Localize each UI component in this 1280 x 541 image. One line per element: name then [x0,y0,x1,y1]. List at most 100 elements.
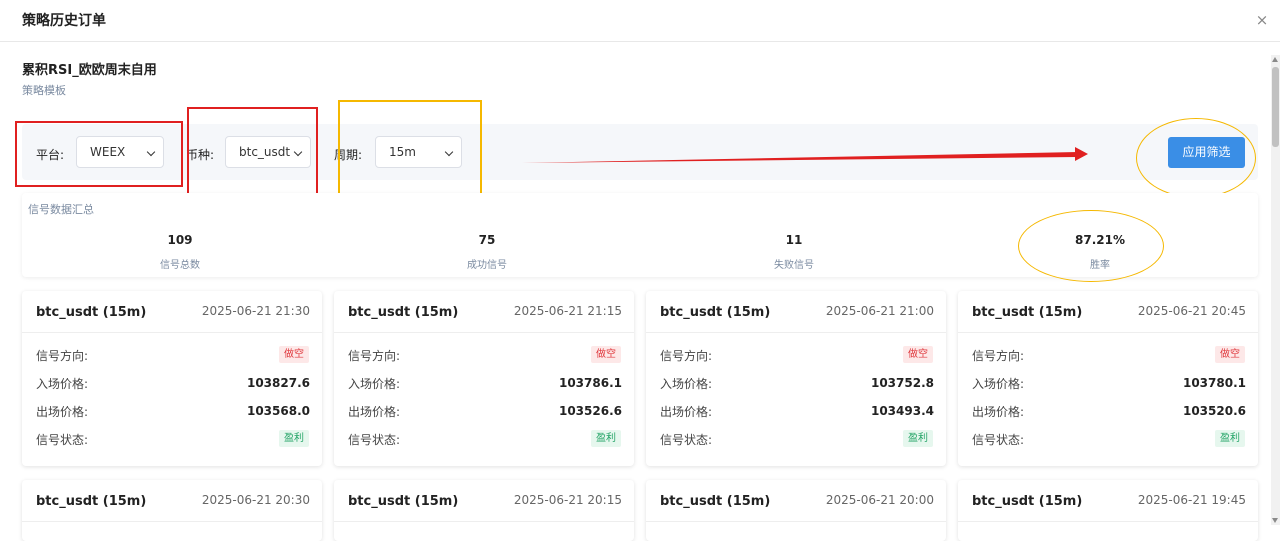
exit-value: 103520.6 [1182,404,1246,418]
annotation-yellow-ellipse-winrate [1018,210,1164,282]
signal-card[interactable]: btc_usdt (15m) 2025-06-21 20:45 信号方向: 做空… [958,291,1258,466]
entry-value: 103827.6 [246,376,310,390]
card-symbol: btc_usdt (15m) [348,305,459,320]
exit-value: 103493.4 [870,404,934,418]
status-row: 信号状态: 盈利 [22,425,322,453]
direction-badge: 做空 [1215,346,1245,363]
card-symbol: btc_usdt (15m) [36,494,147,509]
direction-row: 信号方向: 做空 [646,341,946,369]
exit-label: 出场价格: [36,405,89,419]
status-badge: 盈利 [903,430,933,447]
entry-row: 入场价格: 103752.8 [646,369,946,397]
direction-label: 信号方向: [36,349,89,363]
entry-value: 103786.1 [558,376,622,390]
status-badge: 盈利 [279,430,309,447]
card-symbol: btc_usdt (15m) [660,305,771,320]
card-header: btc_usdt (15m) 2025-06-21 21:30 [22,291,322,333]
entry-value: 103780.1 [1182,376,1246,390]
card-header: btc_usdt (15m) 2025-06-21 20:30 [22,480,322,522]
card-header: btc_usdt (15m) 2025-06-21 21:15 [334,291,634,333]
card-symbol: btc_usdt (15m) [972,494,1083,509]
stat-fail-value: 11 [785,233,803,247]
direction-label: 信号方向: [348,349,401,363]
card-symbol: btc_usdt (15m) [36,305,147,320]
exit-row: 出场价格: 103568.0 [22,397,322,425]
stat-fail-label: 失败信号 [774,260,814,271]
status-badge: 盈利 [1215,430,1245,447]
direction-row: 信号方向: 做空 [22,341,322,369]
card-symbol: btc_usdt (15m) [348,494,459,509]
signal-card[interactable]: btc_usdt (15m) 2025-06-21 21:00 信号方向: 做空… [646,291,946,466]
direction-badge: 做空 [591,346,621,363]
exit-value: 103526.6 [558,404,622,418]
signal-card[interactable]: btc_usdt (15m) 2025-06-21 19:45 [958,480,1258,541]
card-header: btc_usdt (15m) 2025-06-21 20:15 [334,480,634,522]
card-header: btc_usdt (15m) 2025-06-21 20:45 [958,291,1258,333]
exit-row: 出场价格: 103493.4 [646,397,946,425]
signal-card[interactable]: btc_usdt (15m) 2025-06-21 20:15 [334,480,634,541]
entry-value: 103752.8 [870,376,934,390]
entry-label: 入场价格: [972,377,1025,391]
status-label: 信号状态: [36,433,89,447]
card-time: 2025-06-21 20:15 [513,493,622,507]
strategy-subtitle: 策略模板 [22,84,66,97]
direction-label: 信号方向: [660,349,713,363]
modal-title: 策略历史订单 [22,13,106,29]
signal-card[interactable]: btc_usdt (15m) 2025-06-21 20:30 [22,480,322,541]
card-header: btc_usdt (15m) 2025-06-21 20:00 [646,480,946,522]
signal-card[interactable]: btc_usdt (15m) 2025-06-21 21:30 信号方向: 做空… [22,291,322,466]
entry-row: 入场价格: 103780.1 [958,369,1258,397]
card-time: 2025-06-21 21:15 [513,304,622,318]
exit-label: 出场价格: [660,405,713,419]
summary-title: 信号数据汇总 [28,203,94,216]
direction-badge: 做空 [279,346,309,363]
stat-success-label: 成功信号 [467,260,507,271]
status-row: 信号状态: 盈利 [958,425,1258,453]
card-symbol: btc_usdt (15m) [972,305,1083,320]
annotation-red-box-symbol [187,107,318,197]
status-label: 信号状态: [660,433,713,447]
signal-card[interactable]: btc_usdt (15m) 2025-06-21 20:00 [646,480,946,541]
annotation-yellow-ellipse-apply [1136,118,1256,198]
card-header: btc_usdt (15m) 2025-06-21 21:00 [646,291,946,333]
entry-label: 入场价格: [36,377,89,391]
stat-total-label: 信号总数 [160,260,200,271]
status-label: 信号状态: [972,433,1025,447]
exit-label: 出场价格: [348,405,401,419]
close-icon[interactable]: × [1254,12,1270,28]
signal-card[interactable]: btc_usdt (15m) 2025-06-21 21:15 信号方向: 做空… [334,291,634,466]
scroll-up-arrow-icon[interactable] [1272,57,1278,62]
card-time: 2025-06-21 20:00 [825,493,934,507]
entry-row: 入场价格: 103786.1 [334,369,634,397]
exit-row: 出场价格: 103526.6 [334,397,634,425]
direction-row: 信号方向: 做空 [958,341,1258,369]
scroll-down-arrow-icon[interactable] [1272,518,1278,523]
entry-label: 入场价格: [660,377,713,391]
annotation-yellow-box-period [338,100,482,196]
card-time: 2025-06-21 20:30 [201,493,310,507]
card-header: btc_usdt (15m) 2025-06-21 19:45 [958,480,1258,522]
card-time: 2025-06-21 21:00 [825,304,934,318]
exit-label: 出场价格: [972,405,1025,419]
status-row: 信号状态: 盈利 [334,425,634,453]
scrollbar[interactable] [1271,55,1280,525]
exit-value: 103568.0 [246,404,310,418]
entry-row: 入场价格: 103827.6 [22,369,322,397]
status-label: 信号状态: [348,433,401,447]
status-row: 信号状态: 盈利 [646,425,946,453]
card-time: 2025-06-21 19:45 [1137,493,1246,507]
scrollbar-thumb[interactable] [1272,67,1279,147]
direction-badge: 做空 [903,346,933,363]
modal-header: 策略历史订单 × [0,0,1280,42]
card-time: 2025-06-21 20:45 [1137,304,1246,318]
card-symbol: btc_usdt (15m) [660,494,771,509]
entry-label: 入场价格: [348,377,401,391]
annotation-red-box-platform [15,121,183,187]
strategy-name: 累积RSI_欧欧周末自用 [22,63,157,78]
status-badge: 盈利 [591,430,621,447]
direction-row: 信号方向: 做空 [334,341,634,369]
direction-label: 信号方向: [972,349,1025,363]
stat-success-value: 75 [478,233,496,247]
stat-total-value: 109 [167,233,193,247]
exit-row: 出场价格: 103520.6 [958,397,1258,425]
